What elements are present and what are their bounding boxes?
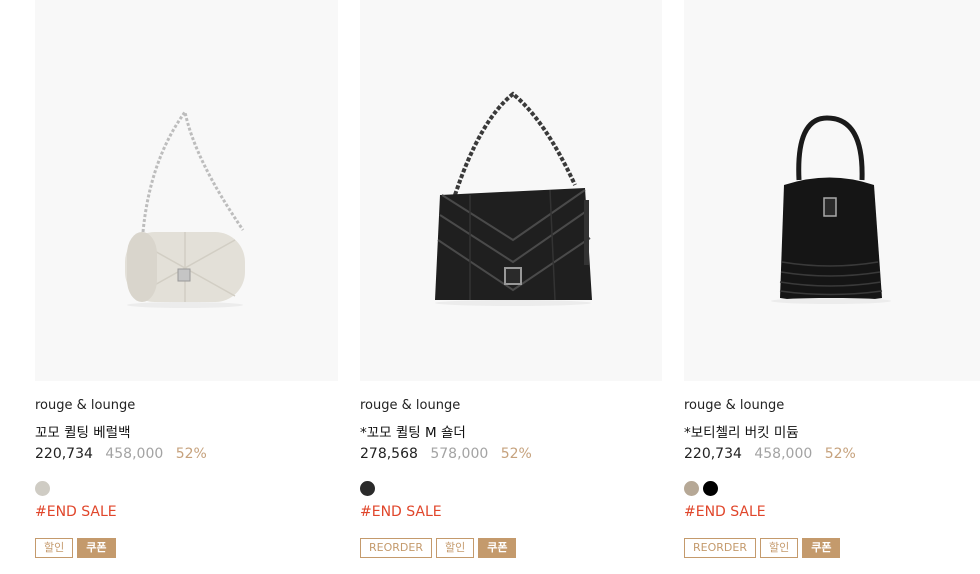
product-brand[interactable]: rouge & lounge (35, 398, 135, 413)
discount-rate: 52% (500, 446, 532, 462)
color-swatches (35, 481, 50, 496)
product-card[interactable]: rouge & lounge 꼬모 퀼팅 베럴백 220,734 458,000… (35, 0, 338, 558)
product-image[interactable] (360, 0, 662, 381)
discount-badge: 할인 (435, 538, 475, 558)
promo-tag[interactable]: #END SALE (684, 504, 766, 520)
product-card[interactable]: rouge & lounge *보티첼리 버킷 미듐 220,734 458,0… (684, 0, 980, 558)
price-row: 220,734 458,000 52% (35, 446, 215, 462)
original-price: 458,000 (754, 446, 813, 462)
reorder-badge: REORDER (684, 538, 756, 558)
bucket-bag-image (771, 115, 891, 304)
product-brand[interactable]: rouge & lounge (360, 398, 460, 413)
reorder-badge: REORDER (360, 538, 432, 558)
product-image[interactable] (684, 0, 980, 381)
coupon-badge: 쿠폰 (77, 538, 116, 558)
original-price: 458,000 (105, 446, 164, 462)
quilted-shoulder-bag-image (435, 91, 592, 306)
color-swatches (684, 481, 718, 496)
color-swatch[interactable] (360, 481, 375, 496)
coupon-badge: 쿠폰 (478, 538, 517, 558)
discount-badge: 할인 (35, 538, 74, 558)
sale-price: 278,568 (360, 446, 418, 462)
product-name[interactable]: *보티첼리 버킷 미듐 (684, 421, 799, 441)
product-card[interactable]: rouge & lounge *꼬모 퀼팅 M 숄더 278,568 578,0… (360, 0, 662, 558)
color-swatches (360, 481, 375, 496)
promo-tag[interactable]: #END SALE (35, 504, 117, 520)
color-swatch[interactable] (35, 481, 50, 496)
color-swatch[interactable] (684, 481, 699, 496)
price-row: 278,568 578,000 52% (360, 446, 540, 462)
discount-rate: 52% (824, 446, 856, 462)
badge-group: REORDER 할인 쿠폰 (684, 538, 841, 558)
product-name[interactable]: 꼬모 퀼팅 베럴백 (35, 421, 131, 441)
product-name[interactable]: *꼬모 퀼팅 M 숄더 (360, 421, 466, 441)
coupon-badge: 쿠폰 (802, 538, 841, 558)
barrel-bag-image (125, 108, 245, 308)
discount-badge: 할인 (759, 538, 799, 558)
color-swatch[interactable] (703, 481, 718, 496)
sale-price: 220,734 (35, 446, 93, 462)
original-price: 578,000 (430, 446, 489, 462)
promo-tag[interactable]: #END SALE (360, 504, 442, 520)
sale-price: 220,734 (684, 446, 742, 462)
badge-group: 할인 쿠폰 (35, 538, 116, 558)
price-row: 220,734 458,000 52% (684, 446, 864, 462)
product-image[interactable] (35, 0, 338, 381)
product-brand[interactable]: rouge & lounge (684, 398, 784, 413)
badge-group: REORDER 할인 쿠폰 (360, 538, 517, 558)
discount-rate: 52% (175, 446, 207, 462)
